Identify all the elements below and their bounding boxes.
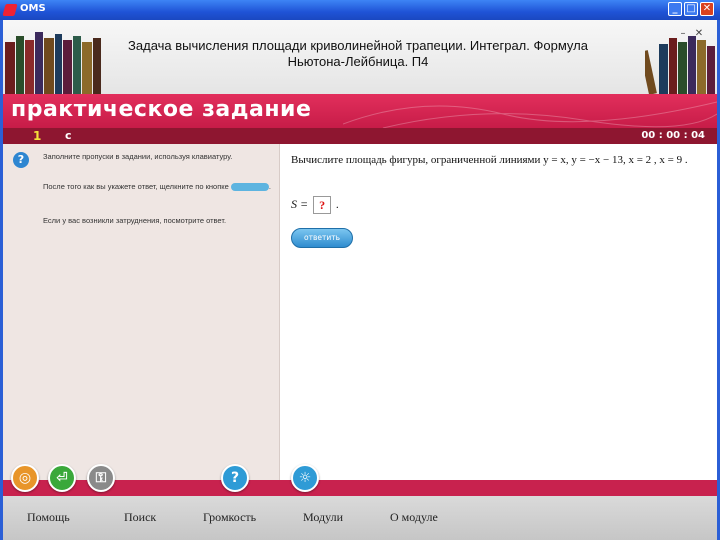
instruction-answer-text: После того как вы укажете ответ, щелкнит…	[43, 182, 229, 191]
inline-answer-button-icon	[230, 183, 269, 192]
task-status-bar: 1 c 00 : 00 : 04	[3, 128, 717, 144]
task-statement: Вычислите площадь фигуры, ограниченной л…	[291, 154, 688, 166]
page-title-line2: Ньютона-Лейбница. П4	[287, 54, 429, 69]
answer-input[interactable]: ?	[313, 196, 332, 214]
header: Задача вычисления площади криволинейной …	[3, 20, 717, 94]
task-label: c	[65, 129, 72, 142]
section-title: практическое задание	[11, 97, 312, 122]
page-title-line1: Задача вычисления площади криволинейной …	[128, 38, 588, 53]
key-icon[interactable]: ⚿	[87, 464, 115, 492]
instructions-panel: ? Заполните пропуски в задании, использу…	[3, 144, 280, 480]
answer-line: S = ? .	[291, 196, 339, 214]
instruction-answer: После того как вы укажете ответ, щелкнит…	[43, 182, 271, 192]
answer-suffix: .	[336, 196, 340, 211]
answer-prefix: S =	[291, 196, 309, 211]
app-logo-icon	[2, 4, 18, 16]
task-number: 1	[33, 129, 42, 143]
answer-button[interactable]: ответить	[291, 228, 353, 248]
main-menu: Помощь Поиск Громкость Модули О модуле	[3, 496, 717, 540]
step-icon[interactable]: ⏎	[48, 464, 76, 492]
help-icon[interactable]: ?	[221, 464, 249, 492]
instruction-hint: Если у вас возникли затруднения, посмотр…	[43, 216, 227, 225]
hint-icon[interactable]: ☼	[291, 464, 319, 492]
instruction-fill: Заполните пропуски в задании, используя …	[43, 152, 233, 161]
task-panel: Вычислите площадь фигуры, ограниченной л…	[281, 144, 717, 480]
menu-about[interactable]: О модуле	[390, 510, 438, 525]
window-title-bar[interactable]: OMS _ □ ✕	[0, 0, 720, 20]
lifebuoy-icon[interactable]: ◎	[11, 464, 39, 492]
menu-modules[interactable]: Модули	[303, 510, 343, 525]
banner-decoration	[343, 101, 717, 128]
menu-help[interactable]: Помощь	[27, 510, 70, 525]
page-title: Задача вычисления площади криволинейной …	[113, 38, 603, 70]
books-right-image	[645, 36, 715, 94]
books-left-image	[5, 32, 101, 94]
menu-search[interactable]: Поиск	[124, 510, 156, 525]
maximize-icon[interactable]: □	[684, 2, 698, 16]
menu-volume[interactable]: Громкость	[203, 510, 256, 525]
section-banner: практическое задание	[3, 94, 717, 128]
application-window: OMS _ □ ✕ Задача вычисления площади крив…	[0, 0, 720, 540]
minimize-icon[interactable]: _	[668, 2, 682, 16]
module-frame: Задача вычисления площади криволинейной …	[3, 20, 717, 540]
timer: 00 : 00 : 04	[641, 130, 705, 141]
close-icon[interactable]: ✕	[700, 2, 714, 16]
window-title: OMS	[20, 3, 46, 14]
question-icon: ?	[13, 152, 29, 168]
